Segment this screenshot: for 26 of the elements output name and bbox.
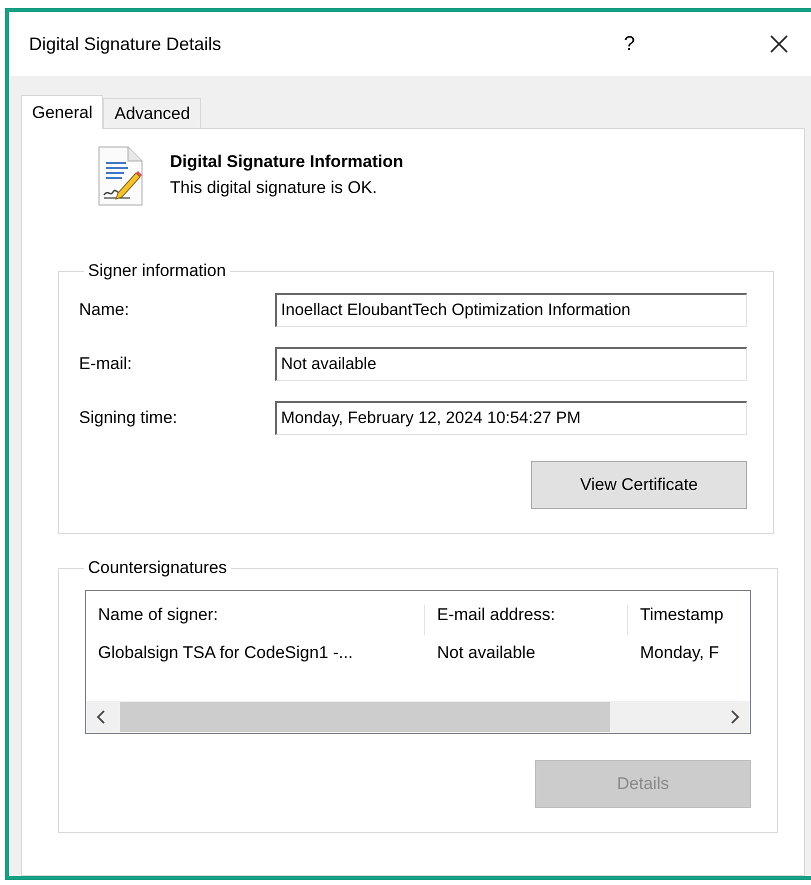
- section-title: Digital Signature Information: [170, 152, 404, 172]
- close-icon[interactable]: [769, 34, 789, 54]
- field-label: Name:: [79, 300, 130, 320]
- help-button[interactable]: ?: [620, 32, 639, 56]
- window-title: Digital Signature Details: [29, 34, 222, 54]
- field-label: E-mail:: [79, 354, 133, 374]
- column-header[interactable]: Name of signer:: [86, 605, 424, 635]
- status-text: This digital signature is OK.: [170, 178, 378, 198]
- text-field[interactable]: Monday, February 12, 2024 10:54:27 PM: [275, 401, 747, 435]
- group-title: Countersignatures: [87, 558, 228, 578]
- column-header[interactable]: Timestamp: [627, 605, 750, 635]
- text-field[interactable]: Inoellact EloubantTech Optimization Information: [275, 293, 747, 327]
- table-cell-text: Not available: [436, 643, 536, 664]
- scrollbar-thumb[interactable]: [120, 702, 610, 732]
- view-certificate-button[interactable]: View Certificate: [531, 461, 747, 509]
- column-header[interactable]: E-mail address:: [424, 605, 627, 635]
- scroll-left-icon[interactable]: [96, 710, 106, 724]
- table-cell-text: Monday, F: [639, 643, 720, 664]
- text-field[interactable]: Not available: [275, 347, 747, 381]
- scroll-right-icon[interactable]: [730, 710, 740, 724]
- table-cell-text: Globalsign TSA for CodeSign1 -...: [97, 643, 354, 664]
- field-label: Signing time:: [79, 408, 178, 428]
- horizontal-scrollbar[interactable]: [86, 701, 750, 733]
- group-title: Signer information: [87, 261, 227, 281]
- tab[interactable]: Advanced: [103, 98, 202, 128]
- tab[interactable]: General: [21, 95, 104, 129]
